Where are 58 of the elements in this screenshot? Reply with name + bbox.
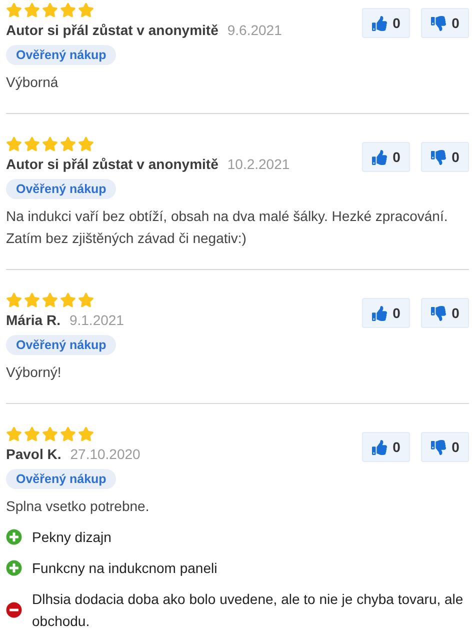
star-icon <box>78 292 94 308</box>
like-button[interactable]: 0 <box>362 432 410 462</box>
thumbs-down-icon <box>430 16 446 30</box>
dislike-button[interactable]: 0 <box>421 142 469 172</box>
pro-text: Funkcny na indukcnom paneli <box>32 559 218 578</box>
verified-badge: Ověřený nákup <box>6 179 116 199</box>
review-date: 9.1.2021 <box>69 312 124 328</box>
thumbs-down-icon <box>430 150 446 164</box>
like-button[interactable]: 0 <box>362 142 410 172</box>
review-date: 9.6.2021 <box>227 22 282 38</box>
review-text: Na indukci vaří bez obtíží, obsah na dva malé šálky. Hezké zpracování. Zatím bez zjištěných závad či negativ:) <box>6 207 449 248</box>
star-icon <box>42 2 58 18</box>
plus-icon <box>6 560 22 576</box>
thumbs-up-icon <box>372 440 387 454</box>
author-name: Autor si přál zůstat v anonymitě <box>6 156 218 172</box>
thumbs-up-icon <box>372 150 387 164</box>
star-icon <box>6 2 22 18</box>
thumbs-up-icon <box>372 16 387 30</box>
dislike-button[interactable]: 0 <box>421 8 469 38</box>
star-icon <box>6 136 22 152</box>
review-text: Výborný! <box>6 363 62 382</box>
star-icon <box>78 136 94 152</box>
plus-icon <box>6 529 22 545</box>
minus-icon <box>6 602 22 618</box>
author-name: Pavol K. <box>6 446 62 462</box>
star-icon <box>6 292 22 308</box>
thumbs-down-icon <box>430 440 446 454</box>
star-icon <box>42 292 58 308</box>
review-date: 27.10.2020 <box>70 446 140 462</box>
dislike-button[interactable]: 0 <box>421 432 469 462</box>
star-icon <box>78 426 94 442</box>
con-text: Dlhsia dodacia doba ako bolo uvedene, ale to nie je chyba tovaru, ale obchodu. <box>32 590 464 631</box>
star-icon <box>24 426 40 442</box>
verified-badge: Ověřený nákup <box>6 469 116 489</box>
review-text: Výborná <box>6 73 60 92</box>
like-button[interactable]: 0 <box>362 8 410 38</box>
dislike-button[interactable]: 0 <box>421 298 469 328</box>
star-icon <box>6 426 22 442</box>
review-text: Splna vsetko potrebne. <box>6 497 150 516</box>
verified-badge: Ověřený nákup <box>6 45 116 65</box>
star-icon <box>78 2 94 18</box>
pro-text: Pekny dizajn <box>32 528 112 547</box>
star-icon <box>24 136 40 152</box>
star-icon <box>60 136 76 152</box>
star-icon <box>24 2 40 18</box>
like-button[interactable]: 0 <box>362 298 410 328</box>
star-icon <box>60 426 76 442</box>
thumbs-down-icon <box>430 306 446 320</box>
star-icon <box>24 292 40 308</box>
thumbs-up-icon <box>372 306 387 320</box>
review-date: 10.2.2021 <box>227 156 290 172</box>
author-name: Autor si přál zůstat v anonymitě <box>6 22 218 38</box>
author-name: Mária R. <box>6 312 60 328</box>
verified-badge: Ověřený nákup <box>6 335 116 355</box>
star-icon <box>42 426 58 442</box>
star-icon <box>60 2 76 18</box>
star-icon <box>42 136 58 152</box>
star-icon <box>60 292 76 308</box>
